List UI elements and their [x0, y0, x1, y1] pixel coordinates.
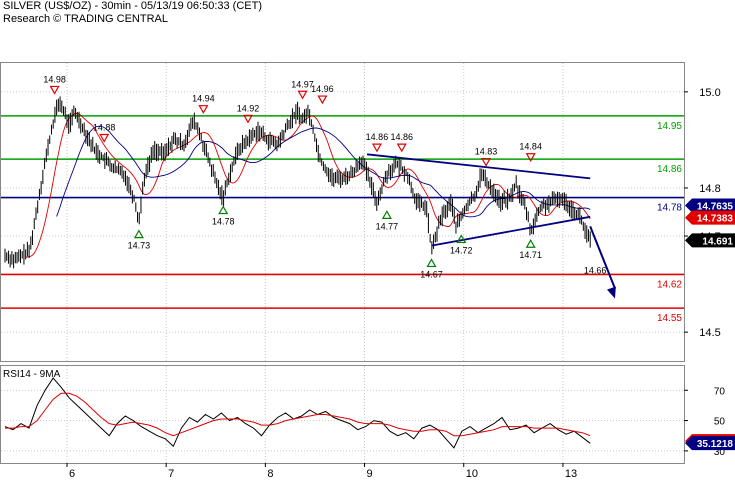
x-tick-label: 6	[69, 468, 75, 480]
x-tick-label: 7	[168, 468, 174, 480]
swing-high-label: 14.94	[192, 94, 215, 104]
swing-high-label: 14.84	[519, 142, 542, 152]
x-tick-label: 10	[466, 468, 478, 480]
price-panel-frame	[0, 62, 685, 362]
swing-low-label: 14.67	[420, 269, 443, 279]
y-tick-label: 14.8	[699, 183, 720, 195]
swing-low-label: 14.71	[519, 250, 542, 260]
x-tick-label: 8	[267, 468, 273, 480]
swing-high-label: 14.98	[43, 74, 66, 84]
swing-high-label: 14.88	[93, 123, 116, 133]
level-label: 14.86	[657, 164, 682, 175]
x-tick-label: 13	[565, 468, 577, 480]
swing-low-label: 14.77	[376, 221, 399, 231]
silver-chart: 14.9514.8614.7814.6214.55 14.9814.8814.7…	[0, 62, 735, 480]
rsi-panel-title: RSI14 - 9MA	[3, 369, 61, 380]
swing-high-label: 14.92	[237, 103, 260, 113]
y-tick-label: 15.0	[699, 87, 720, 99]
price-tag-label: 14.7383	[697, 214, 734, 225]
swing-high-label: 14.86	[390, 132, 413, 142]
rsi-y-tick-label: 70	[714, 386, 726, 397]
swing-high-label: 14.86	[366, 132, 389, 142]
level-label: 14.95	[657, 121, 682, 132]
level-label: 14.78	[657, 203, 682, 214]
chart-subtitle: Research © TRADING CENTRAL	[3, 13, 168, 25]
target-label: 14.66	[584, 265, 607, 275]
y-tick-label: 14.5	[699, 327, 720, 339]
rsi-y-tick-label: 50	[714, 417, 726, 428]
swing-low-label: 14.73	[128, 241, 151, 251]
swing-high-label: 14.96	[311, 84, 334, 94]
rsi-panel-frame	[0, 365, 685, 464]
swing-low-label: 14.78	[212, 217, 235, 227]
level-label: 14.55	[657, 313, 682, 324]
x-tick-label: 9	[367, 468, 373, 480]
level-label: 14.62	[657, 279, 682, 290]
chart-title: SILVER (US$/OZ) - 30min - 05/13/19 06:50…	[3, 0, 263, 12]
price-tag-label: 14.691	[702, 236, 733, 247]
swing-high-label: 14.83	[475, 147, 498, 157]
rsi-value-tag-label: 35.1218	[697, 439, 734, 450]
swing-low-label: 14.72	[450, 245, 473, 255]
